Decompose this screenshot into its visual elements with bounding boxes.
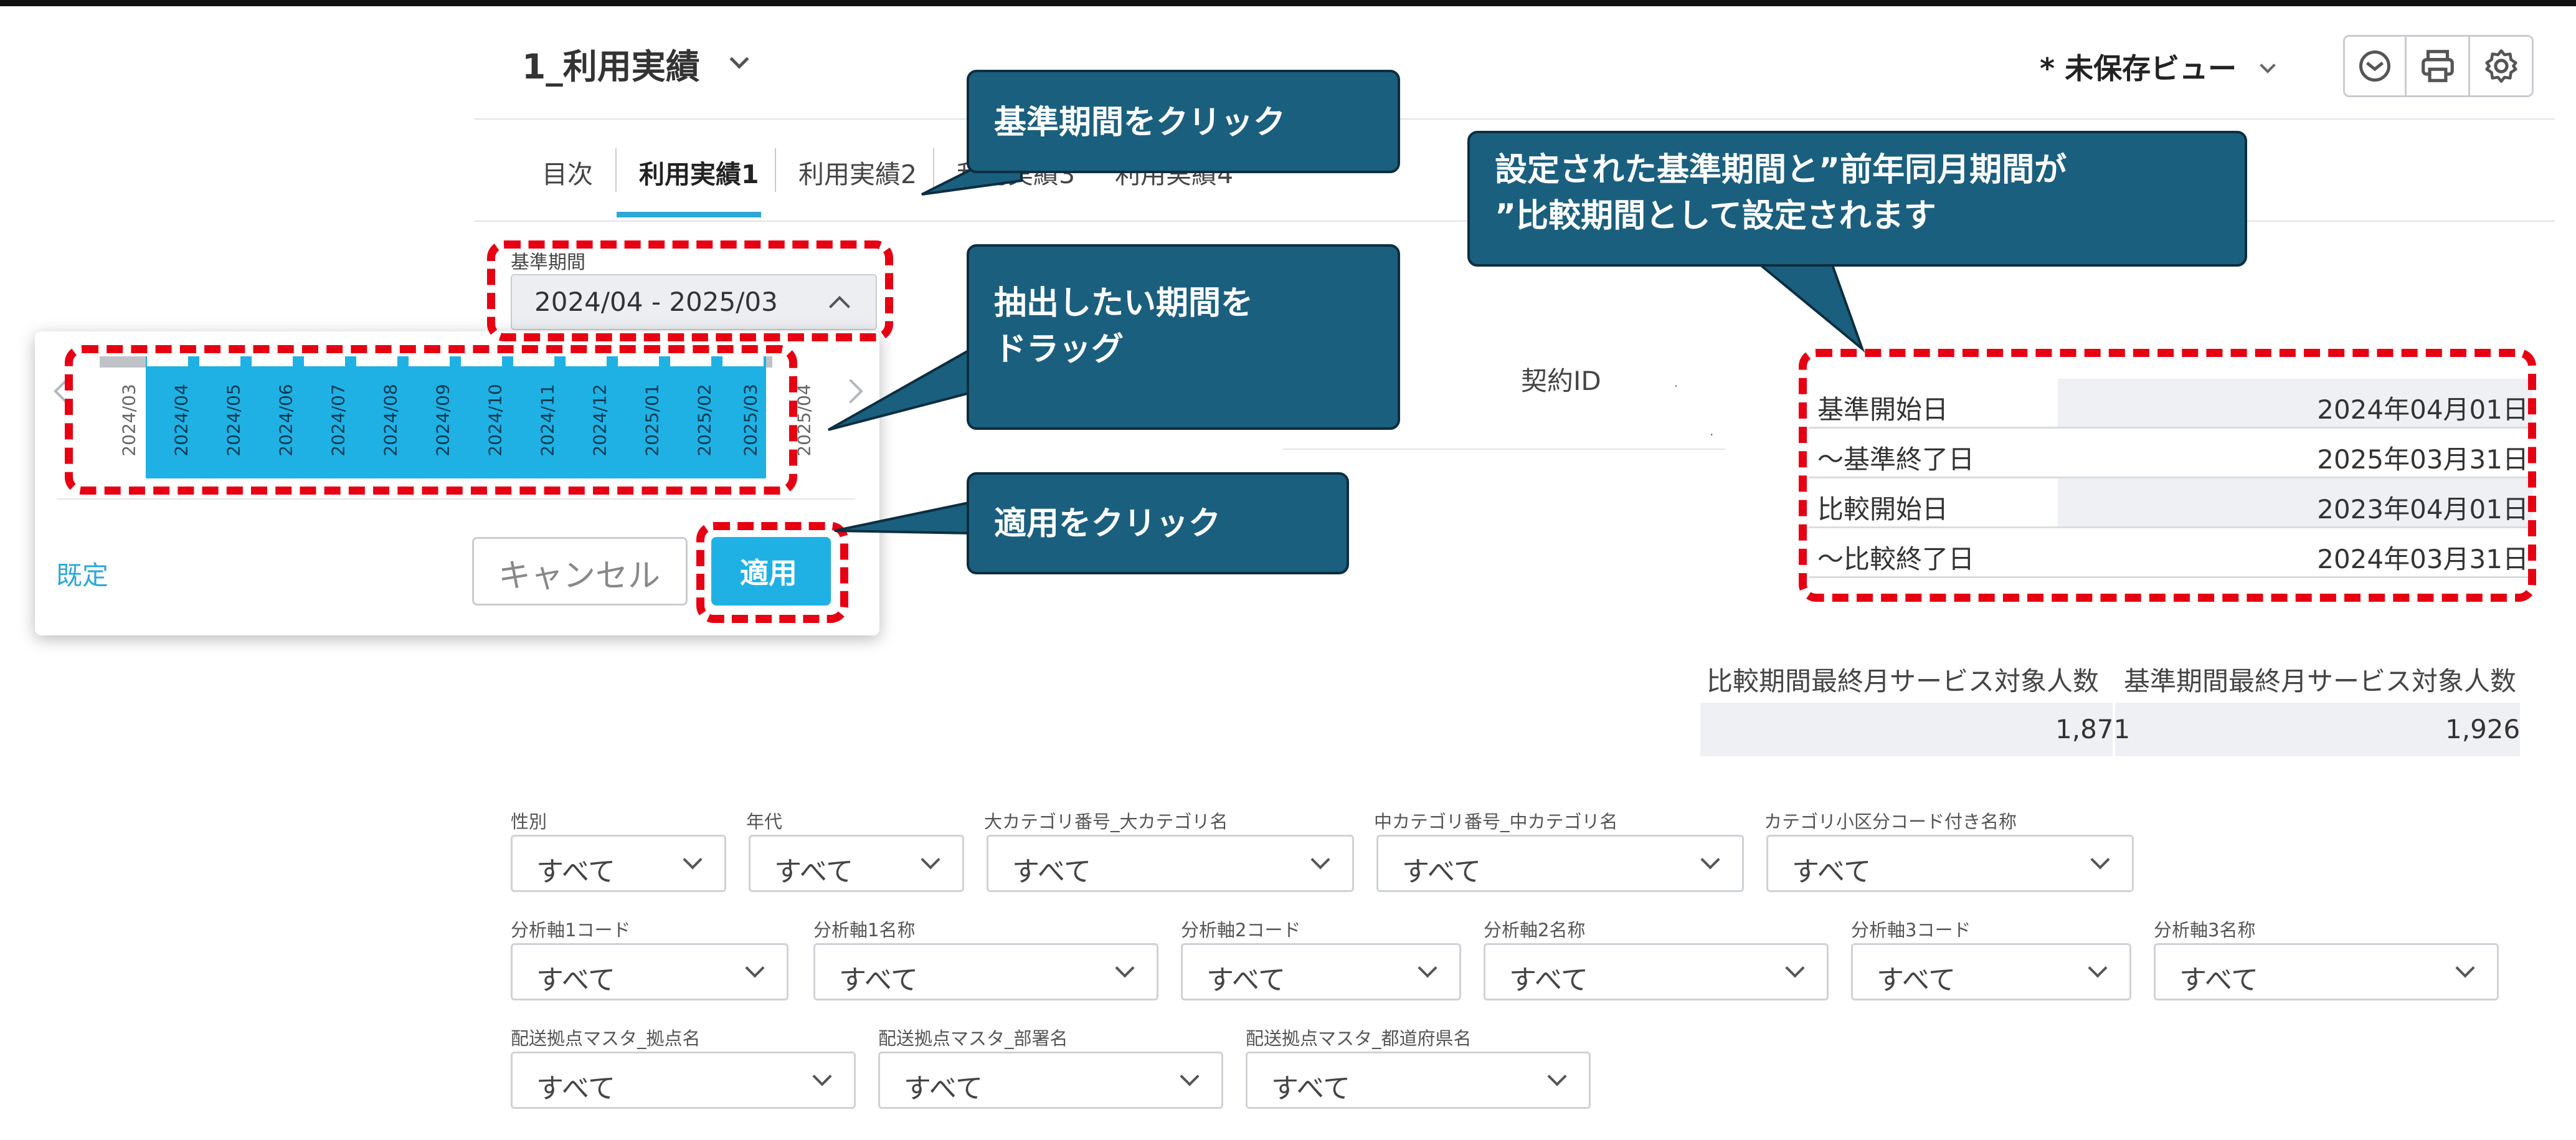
callout-click-period: 基準期間をクリック	[967, 70, 1400, 173]
callout-drag-period: 抽出したい期間を ドラッグ	[967, 244, 1400, 430]
callout-note: 設定された基準期間と”前年同月期間が ”比較期間として設定されます	[1467, 131, 2247, 267]
callout-text: ”比較期間として設定されます	[1495, 197, 1936, 235]
callout-text: 適用をクリック	[994, 505, 1221, 543]
callout-text: 抽出したい期間を	[994, 285, 1254, 322]
callout-text: 基準期間をクリック	[994, 104, 1286, 141]
callout-click-apply: 適用をクリック	[967, 472, 1349, 574]
callout-text: 設定された基準期間と”前年同月期間が	[1495, 151, 2067, 189]
callout-text: ドラッグ	[994, 331, 1124, 368]
